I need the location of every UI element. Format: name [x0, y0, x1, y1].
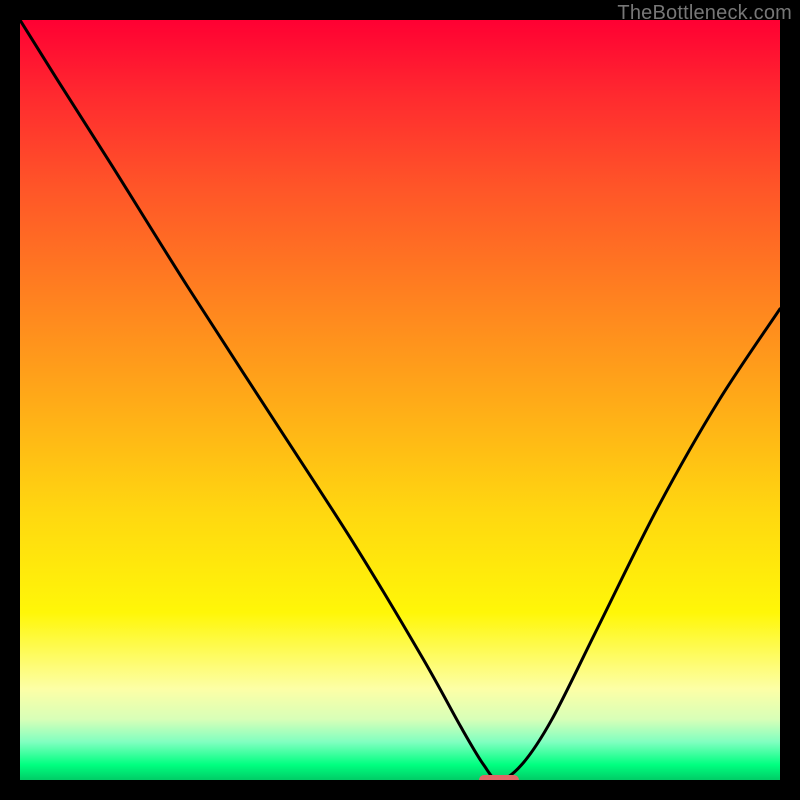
chart-frame: TheBottleneck.com [0, 0, 800, 800]
bottleneck-curve [20, 20, 780, 780]
plot-area [20, 20, 780, 780]
curve-svg [20, 20, 780, 780]
minimum-marker [479, 775, 519, 780]
